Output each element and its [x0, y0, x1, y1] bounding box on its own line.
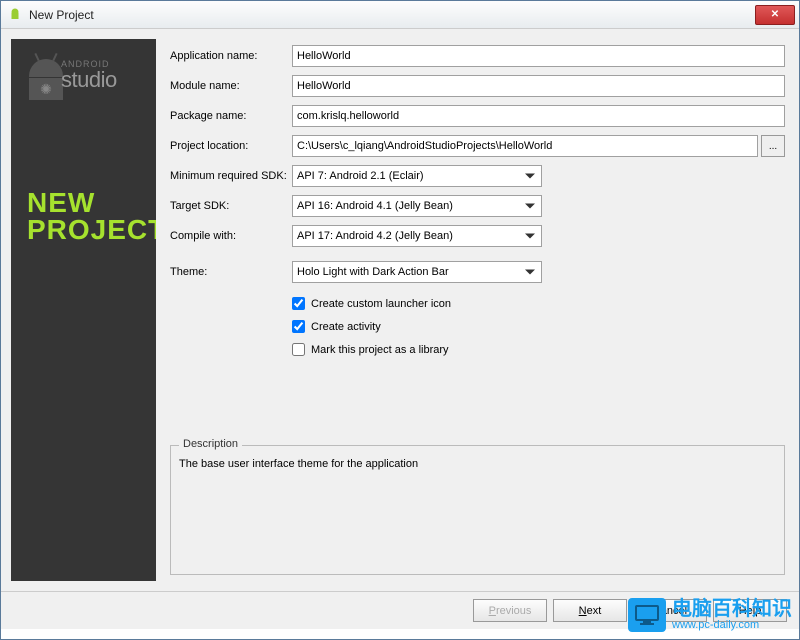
sidebar: ✺ ANDROID studio NEW PROJECT [11, 39, 156, 581]
titlebar[interactable]: New Project [1, 1, 799, 29]
description-group: Description The base user interface them… [170, 445, 785, 575]
brand-text: studio [61, 67, 117, 93]
label-theme: Theme: [170, 266, 292, 278]
watermark-text: 电脑百科知识 [672, 599, 792, 619]
previous-button: Previous [473, 599, 547, 622]
next-button[interactable]: Next [553, 599, 627, 622]
label-package-name: Package name: [170, 110, 292, 122]
label-chk-launcher: Create custom launcher icon [311, 298, 451, 310]
close-button[interactable] [755, 5, 795, 25]
watermark-url: www.pc-daily.com [672, 619, 792, 631]
content-area: ✺ ANDROID studio NEW PROJECT Application… [1, 29, 799, 591]
label-app-name: Application name: [170, 50, 292, 62]
select-compile-with[interactable]: API 17: Android 4.2 (Jelly Bean) [292, 225, 542, 247]
sidebar-heading: NEW PROJECT [27, 190, 148, 243]
input-module-name[interactable] [292, 75, 785, 97]
watermark-badge-icon [628, 598, 666, 632]
select-min-sdk[interactable]: API 7: Android 2.1 (Eclair) [292, 165, 542, 187]
label-chk-activity: Create activity [311, 321, 381, 333]
checkbox-create-activity[interactable] [292, 320, 305, 333]
description-text: The base user interface theme for the ap… [179, 458, 776, 470]
window-title: New Project [29, 8, 755, 22]
app-icon [7, 7, 23, 23]
label-project-location: Project location: [170, 140, 292, 152]
label-chk-library: Mark this project as a library [311, 344, 449, 356]
browse-button[interactable]: ... [761, 135, 785, 157]
input-package-name[interactable] [292, 105, 785, 127]
select-target-sdk[interactable]: API 16: Android 4.1 (Jelly Bean) [292, 195, 542, 217]
checkbox-launcher-icon[interactable] [292, 297, 305, 310]
label-module-name: Module name: [170, 80, 292, 92]
label-target-sdk: Target SDK: [170, 200, 292, 212]
dialog-window: New Project ✺ ANDROID studio NEW PROJECT… [0, 0, 800, 640]
select-theme[interactable]: Holo Light with Dark Action Bar [292, 261, 542, 283]
description-title: Description [179, 438, 242, 450]
form-panel: Application name: Module name: Package n… [156, 39, 789, 581]
input-project-location[interactable] [292, 135, 758, 157]
input-app-name[interactable] [292, 45, 785, 67]
label-min-sdk: Minimum required SDK: [170, 170, 292, 182]
checkbox-library[interactable] [292, 343, 305, 356]
label-compile-with: Compile with: [170, 230, 292, 242]
watermark: 电脑百科知识 www.pc-daily.com [620, 596, 800, 634]
